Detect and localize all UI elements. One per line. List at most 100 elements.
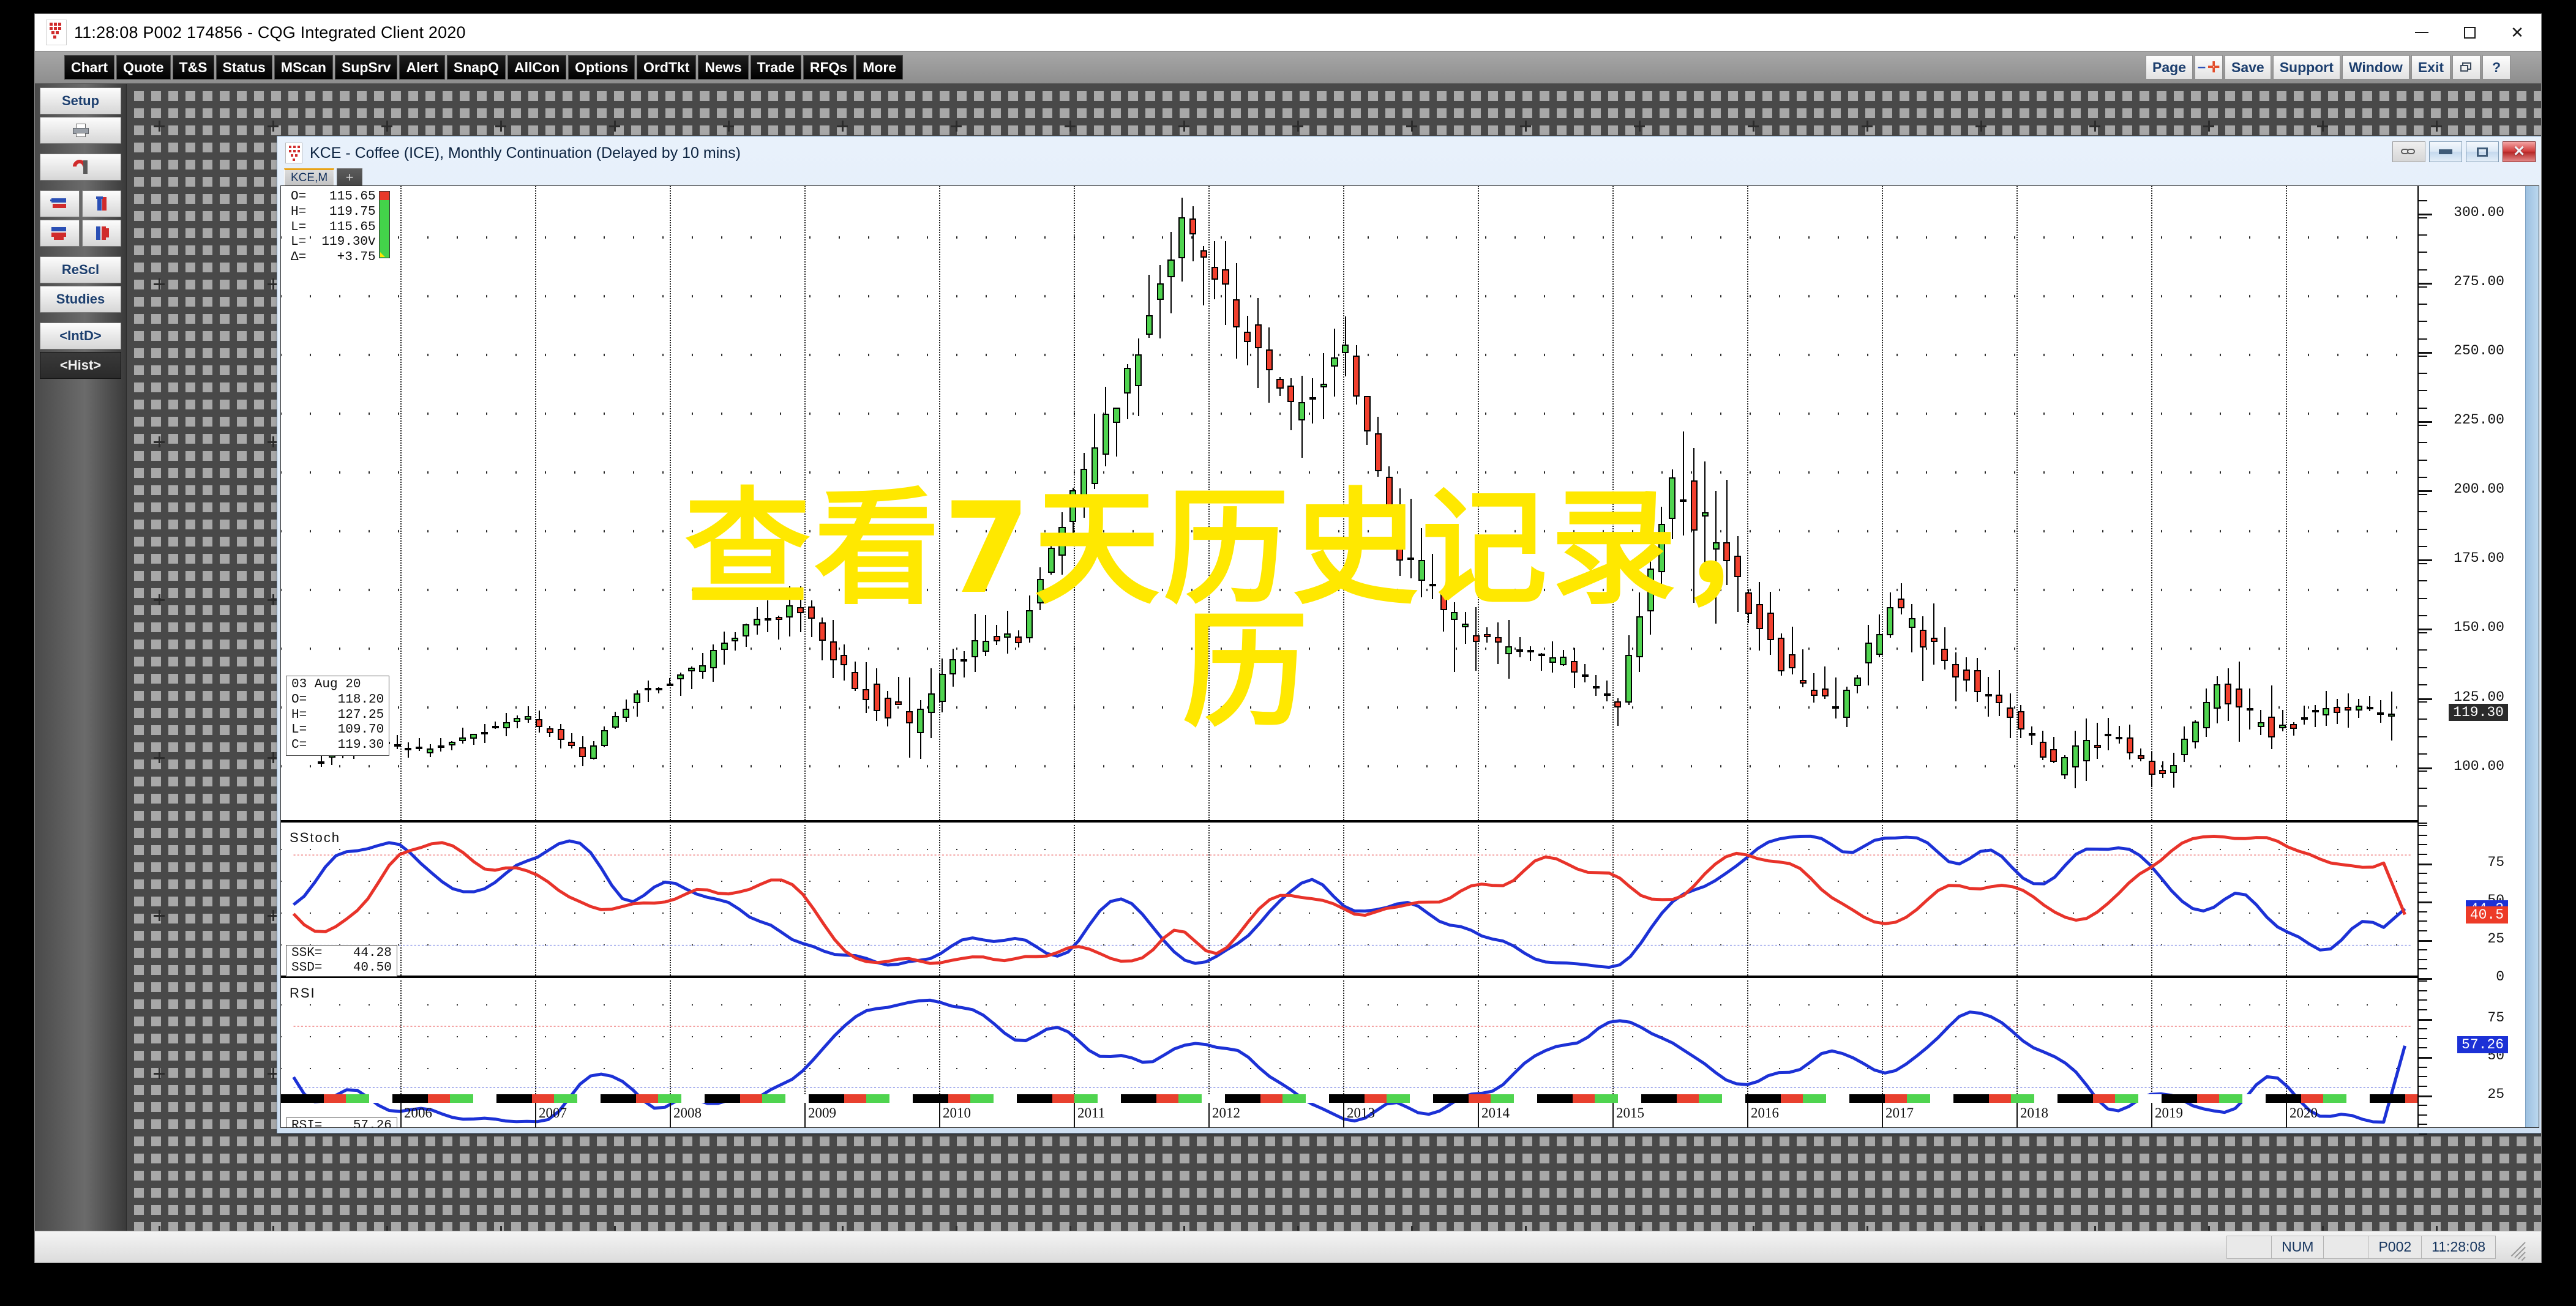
link-icon — [2401, 146, 2417, 157]
grid-plus-mark — [1292, 121, 1303, 132]
rail-button-magnet-icon[interactable] — [40, 154, 121, 181]
sstoch-pane[interactable]: SStoch SSK= 44.28 SSD= 40.50 — [281, 825, 2417, 978]
candle-wick — [1159, 264, 1161, 339]
rail-button-bar-mirror-icon[interactable] — [81, 220, 121, 247]
candlestick — [1156, 186, 1164, 823]
toolbar-button-mscan[interactable]: MScan — [274, 55, 333, 80]
close-button[interactable]: ✕ — [2493, 14, 2541, 51]
toolbar-button-chart[interactable]: Chart — [64, 55, 115, 80]
toolbar-button-page[interactable]: Page — [2146, 55, 2193, 80]
toolbar-button-supsrv[interactable]: SupSrv — [334, 55, 398, 80]
chart-close-button[interactable]: ✕ — [2503, 141, 2536, 162]
rail-button-studies[interactable]: Studies — [40, 286, 121, 313]
rail-button--intd-[interactable]: <IntD> — [40, 323, 121, 349]
minimize-button[interactable] — [2398, 14, 2446, 51]
candle-body — [590, 745, 597, 759]
rail-row — [40, 220, 121, 247]
toolbar-button-status[interactable]: Status — [215, 55, 272, 80]
rail-button-setup[interactable]: Setup — [40, 88, 121, 114]
magnet-icon — [69, 157, 89, 176]
candle-wick — [1988, 677, 1990, 717]
chart-tab-kce-m[interactable]: KCE,M — [284, 168, 335, 185]
candlestick — [1723, 186, 1731, 823]
x-axis-session-segment — [1156, 1094, 1225, 1103]
rail-button-bar-split-icon[interactable] — [81, 190, 121, 217]
price-axis-minor-tick — [2419, 390, 2427, 392]
toolbar-button-rfqs[interactable]: RFQs — [803, 55, 855, 80]
candlestick — [1625, 186, 1633, 823]
chart-plot-column[interactable]: O= 115.65 H= 119.75 L= 115.65 L= 119.30ᴠ… — [281, 186, 2417, 1127]
candlestick — [601, 186, 608, 823]
candlestick — [2301, 186, 2308, 823]
chart-canvas[interactable]: O= 115.65 H= 119.75 L= 115.65 L= 119.30ᴠ… — [280, 185, 2539, 1135]
sstoch-axis-tick: 25 — [2487, 930, 2504, 947]
toolbar-button-quote[interactable]: Quote — [116, 55, 171, 80]
candlestick — [677, 186, 684, 823]
rail-button-label: Studies — [56, 291, 105, 307]
toolbar-button-restore[interactable] — [2452, 55, 2481, 80]
candle-body — [1178, 217, 1186, 258]
maximize-button[interactable] — [2446, 14, 2493, 51]
toolbar-button-ordtkt[interactable]: OrdTkt — [637, 55, 697, 80]
candlestick — [1832, 186, 1840, 823]
grid-plus-mark — [1292, 1226, 1303, 1231]
candle-body — [829, 641, 837, 660]
grid-plus-mark — [2317, 121, 2328, 132]
grid-plus-mark — [2203, 1226, 2214, 1231]
chart-window[interactable]: KCE - Coffee (ICE), Monthly Continuation… — [277, 136, 2541, 1135]
price-pane[interactable]: O= 115.65 H= 119.75 L= 115.65 L= 119.30ᴠ… — [281, 186, 2417, 823]
rail-button-bar-left-icon[interactable] — [40, 190, 80, 217]
candle-body — [1854, 677, 1861, 687]
candlestick — [492, 186, 499, 823]
toolbar-button-news[interactable]: News — [698, 55, 749, 80]
toolbar-button-snapq[interactable]: SnapQ — [446, 55, 506, 80]
rail-button--hist-[interactable]: <Hist> — [40, 352, 121, 379]
price-axis[interactable]: 300.00 275.00 250.00 225.00 200.00 175.00 150.… — [2417, 186, 2525, 1135]
chart-minimize-button[interactable] — [2429, 141, 2462, 162]
candlestick — [1581, 186, 1589, 823]
rail-divider — [40, 249, 121, 254]
rsi-axis-minor-tick — [2419, 1037, 2427, 1039]
candlestick — [536, 186, 543, 823]
toolbar-button-zoom-plusminus[interactable]: – ✛ — [2195, 55, 2223, 80]
chart-vertical-scrollbar[interactable] — [2525, 186, 2539, 1127]
candle-wick — [734, 632, 736, 651]
candlestick — [2334, 186, 2341, 823]
rsi-axis-minor-tick — [2419, 1124, 2427, 1125]
candle-body — [1592, 686, 1600, 689]
rail-button-bar-double-icon[interactable] — [40, 220, 80, 247]
toolbar-button-support[interactable]: Support — [2272, 55, 2340, 80]
toolbar-button--[interactable]: ? — [2482, 55, 2510, 80]
toolbar-button-allcon[interactable]: AllCon — [507, 55, 567, 80]
toolbar-button-t-s[interactable]: T&S — [172, 55, 214, 80]
x-axis-label: 2020 — [2290, 1105, 2318, 1121]
candle-body — [1505, 646, 1513, 655]
toolbar-button-alert[interactable]: Alert — [399, 55, 445, 80]
resize-grip-icon[interactable] — [2504, 1237, 2526, 1261]
rsi-axis-tick: 75 — [2487, 1009, 2504, 1026]
candle-body — [2028, 733, 2035, 736]
toolbar-button-save[interactable]: Save — [2225, 55, 2271, 80]
toolbar-button-trade[interactable]: Trade — [750, 55, 801, 80]
chart-restore-button[interactable] — [2466, 141, 2499, 162]
candle-body — [1680, 499, 1687, 502]
link-button[interactable] — [2392, 141, 2425, 162]
toolbar-button-more[interactable]: More — [856, 55, 904, 80]
toolbar-button-options[interactable]: Options — [568, 55, 635, 80]
toolbar-button-exit[interactable]: Exit — [2411, 55, 2451, 80]
candle-body — [1581, 674, 1589, 677]
candlestick — [1876, 186, 1883, 823]
chart-tool-rail: Setup ReScl Studies <IntD> <Hist> — [35, 84, 127, 1231]
candle-body — [1036, 579, 1044, 603]
candle-body — [1843, 690, 1851, 718]
candle-body — [2366, 706, 2373, 709]
rail-button-print-icon[interactable] — [40, 117, 121, 144]
candlestick — [2170, 186, 2177, 823]
x-axis-session-segment — [1677, 1094, 1745, 1103]
rail-button-rescl[interactable]: ReScl — [40, 256, 121, 283]
candle-body — [1244, 332, 1251, 343]
chart-tab-add[interactable]: + — [337, 168, 363, 185]
candle-body — [470, 734, 477, 739]
toolbar-button-window[interactable]: Window — [2342, 55, 2409, 80]
candle-wick — [1464, 611, 1466, 644]
